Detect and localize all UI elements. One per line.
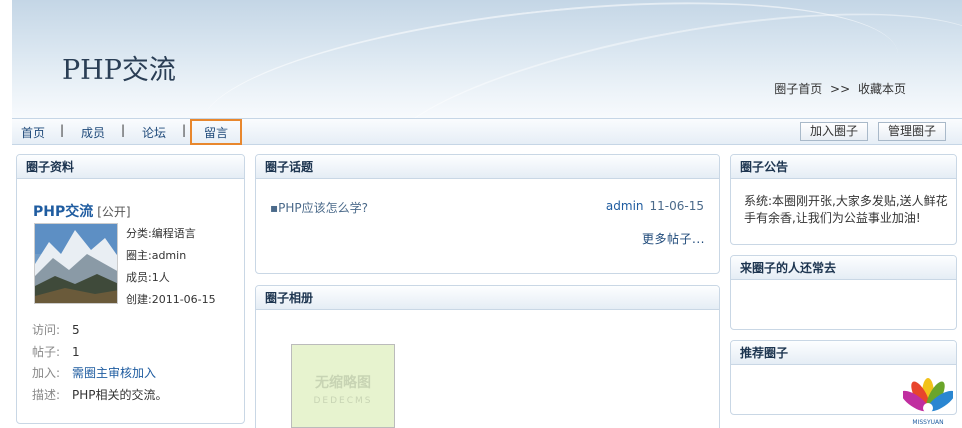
nav-separator: | xyxy=(60,123,65,137)
notice-text: 系统:本圈刚开张,大家多发贴,送人鲜花 手有余香,让我们为公益事业加油! xyxy=(744,194,948,225)
breadcrumb-separator: >> xyxy=(830,82,851,96)
circle-home-link[interactable]: 圈子首页 xyxy=(774,82,822,96)
stat-key: 描述: xyxy=(32,388,61,402)
nav-forum[interactable]: 论坛 xyxy=(142,124,166,141)
created-text: 创建:2011-06-15 xyxy=(126,293,216,306)
topic-title-link[interactable]: PHP应该怎么学? xyxy=(278,201,368,215)
page-header: PHP交流 圈子首页 >> 收藏本页 xyxy=(0,0,962,118)
topic-author-link[interactable]: admin xyxy=(606,199,644,213)
panel-title: 圈子相册 xyxy=(256,286,719,310)
stat-key: 加入: xyxy=(32,366,61,380)
panel-title: 来圈子的人还常去 xyxy=(731,256,956,280)
stat-value: 1 xyxy=(72,345,80,359)
header-links: 圈子首页 >> 收藏本页 xyxy=(772,80,908,97)
join-circle-button[interactable]: 加入圈子 xyxy=(800,122,869,141)
visitors-also-panel: 来圈子的人还常去 xyxy=(730,255,957,330)
category-text: 分类:编程语言 xyxy=(126,227,196,240)
panel-title: 圈子话题 xyxy=(256,155,719,179)
bullet-icon: ▪ xyxy=(270,201,279,215)
stat-row: 帖子: 1 xyxy=(32,343,80,360)
nav-home[interactable]: 首页 xyxy=(21,124,45,141)
owner-text: 圈主:admin xyxy=(126,249,187,262)
more-topics-link[interactable]: 更多帖子... xyxy=(642,230,705,247)
peacock-logo-icon: MISSYUAN xyxy=(903,378,953,426)
nav-guestbook[interactable]: 留言 xyxy=(204,124,228,141)
members-text: 成员:1人 xyxy=(126,271,170,284)
bookmark-link[interactable]: 收藏本页 xyxy=(858,82,906,96)
thumbnail-placeholder-text: 无缩略图 xyxy=(315,375,371,391)
topic-meta: admin 11-06-15 xyxy=(606,199,704,213)
nav-separator: | xyxy=(182,123,187,137)
circle-info-panel: 圈子资料 PHP交流 [公开] 分类:编程语言 圈主:admin 成员:1人 创建… xyxy=(16,154,245,424)
circle-photo xyxy=(34,223,118,304)
join-policy-link[interactable]: 需圈主审核加入 xyxy=(72,366,156,380)
nav-bar: 首页 | 成员 | 论坛 | 留言 加入圈子 管理圈子 xyxy=(12,118,962,145)
panel-title: 圈子资料 xyxy=(17,155,244,179)
stat-row: 描述: PHP相关的交流。 xyxy=(32,386,168,403)
stat-row: 加入: 需圈主审核加入 xyxy=(32,364,156,381)
nav-members[interactable]: 成员 xyxy=(81,124,105,141)
visibility-tag: [公开] xyxy=(97,205,131,219)
circle-name: PHP交流 [公开] xyxy=(33,201,131,221)
svg-text:MISSYUAN: MISSYUAN xyxy=(912,419,943,426)
stat-row: 访问: 5 xyxy=(32,321,80,338)
panel-title: 圈子公告 xyxy=(731,155,956,179)
panel-title: 推荐圈子 xyxy=(731,341,956,365)
circle-album-panel: 圈子相册 无缩略图 DEDECMS xyxy=(255,285,720,428)
circle-topics-panel: 圈子话题 ▪PHP应该怎么学? admin 11-06-15 更多帖子... xyxy=(255,154,720,274)
mountain-photo-icon xyxy=(35,224,117,303)
stat-value: 5 xyxy=(72,323,80,337)
header-left-strip xyxy=(0,0,12,118)
manage-circle-button[interactable]: 管理圈子 xyxy=(878,122,947,141)
circle-notice-panel: 圈子公告 系统:本圈刚开张,大家多发贴,送人鲜花 手有余香,让我们为公益事业加油… xyxy=(730,154,957,245)
stat-key: 访问: xyxy=(32,323,61,337)
thumbnail-watermark: DEDECMS xyxy=(313,396,373,406)
topic-item: ▪PHP应该怎么学? admin 11-06-15 xyxy=(270,199,704,216)
album-thumbnail[interactable]: 无缩略图 DEDECMS xyxy=(291,344,395,428)
stat-value: PHP相关的交流。 xyxy=(72,388,168,402)
stat-key: 帖子: xyxy=(32,345,61,359)
site-title: PHP交流 xyxy=(62,55,176,86)
circle-name-link[interactable]: PHP交流 xyxy=(33,204,93,220)
nav-separator: | xyxy=(121,123,126,137)
topic-date: 11-06-15 xyxy=(649,199,704,213)
